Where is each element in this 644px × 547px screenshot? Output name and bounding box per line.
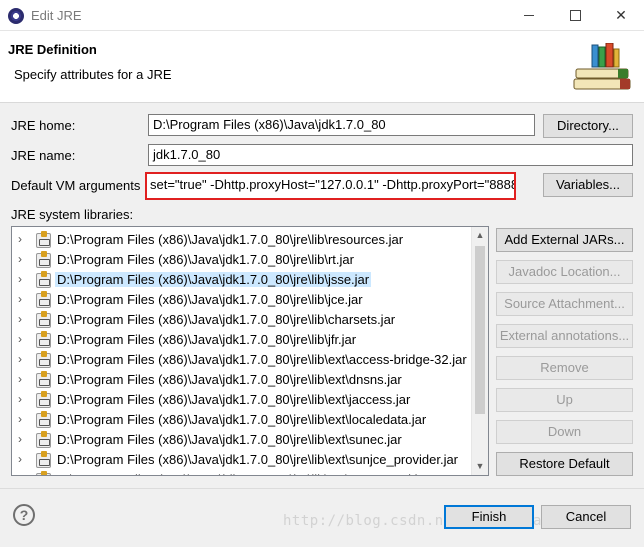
jre-home-field[interactable]: D:\Program Files (x86)\Java\jdk1.7.0_80 xyxy=(148,114,535,136)
up-button[interactable]: Up xyxy=(496,388,633,412)
expand-chevron-icon[interactable]: › xyxy=(18,472,22,475)
library-path-label: D:\Program Files (x86)\Java\jdk1.7.0_80\… xyxy=(57,372,402,387)
library-tree-item[interactable]: › D:\Program Files (x86)\Java\jdk1.7.0_80… xyxy=(12,430,472,450)
jar-file-icon xyxy=(36,391,51,408)
variables-button[interactable]: Variables... xyxy=(543,173,633,197)
vm-arguments-label: Default VM arguments xyxy=(11,178,141,193)
library-path-label: D:\Program Files (x86)\Java\jdk1.7.0_80\… xyxy=(57,312,396,327)
library-path-label: D:\Program Files (x86)\Java\jdk1.7.0_80\… xyxy=(55,272,372,287)
help-icon[interactable]: ? xyxy=(13,504,35,526)
window-title: Edit JRE xyxy=(31,8,82,23)
expand-chevron-icon[interactable]: › xyxy=(18,252,22,266)
library-tree-item[interactable]: › D:\Program Files (x86)\Java\jdk1.7.0_80… xyxy=(12,370,472,390)
title-bar: Edit JRE ✕ xyxy=(0,0,644,31)
library-path-label: D:\Program Files (x86)\Java\jdk1.7.0_80\… xyxy=(57,392,411,407)
jar-file-icon xyxy=(36,291,51,308)
library-path-label: D:\Program Files (x86)\Java\jdk1.7.0_80\… xyxy=(57,332,357,347)
library-tree-item[interactable]: › D:\Program Files (x86)\Java\jdk1.7.0_80… xyxy=(12,270,472,290)
jre-name-label: JRE name: xyxy=(11,148,76,163)
dialog-header: JRE Definition Specify attributes for a … xyxy=(0,31,644,103)
library-tree-item[interactable]: › D:\Program Files (x86)\Java\jdk1.7.0_80… xyxy=(12,310,472,330)
jar-file-icon xyxy=(36,351,51,368)
scroll-thumb[interactable] xyxy=(475,246,485,414)
jar-file-icon xyxy=(36,331,51,348)
down-button[interactable]: Down xyxy=(496,420,633,444)
jar-file-icon xyxy=(36,451,51,468)
external-annotations-button[interactable]: External annotations... xyxy=(496,324,633,348)
expand-chevron-icon[interactable]: › xyxy=(18,312,22,326)
footer-separator xyxy=(0,488,644,489)
eclipse-icon xyxy=(8,8,24,24)
expand-chevron-icon[interactable]: › xyxy=(18,432,22,446)
expand-chevron-icon[interactable]: › xyxy=(18,272,22,286)
library-tree-item[interactable]: › D:\Program Files (x86)\Java\jdk1.7.0_80… xyxy=(12,230,472,250)
jar-file-icon xyxy=(36,471,51,475)
add-external-jars-button[interactable]: Add External JARs... xyxy=(496,228,633,252)
jre-libraries-label: JRE system libraries: xyxy=(11,207,134,222)
jar-file-icon xyxy=(36,231,51,248)
expand-chevron-icon[interactable]: › xyxy=(18,332,22,346)
jar-file-icon xyxy=(36,431,51,448)
expand-chevron-icon[interactable]: › xyxy=(18,292,22,306)
library-path-label: D:\Program Files (x86)\Java\jdk1.7.0_80\… xyxy=(57,472,429,475)
library-path-label: D:\Program Files (x86)\Java\jdk1.7.0_80\… xyxy=(57,292,363,307)
expand-chevron-icon[interactable]: › xyxy=(18,372,22,386)
expand-chevron-icon[interactable]: › xyxy=(18,412,22,426)
jre-name-field[interactable]: jdk1.7.0_80 xyxy=(148,144,633,166)
jar-file-icon xyxy=(36,411,51,428)
jar-file-icon xyxy=(36,371,51,388)
finish-button[interactable]: Finish xyxy=(444,505,534,529)
expand-chevron-icon[interactable]: › xyxy=(18,232,22,246)
library-books-icon xyxy=(573,43,631,90)
cancel-button[interactable]: Cancel xyxy=(541,505,631,529)
scroll-down-arrow-icon[interactable]: ▼ xyxy=(472,458,488,475)
library-tree-item[interactable]: › D:\Program Files (x86)\Java\jdk1.7.0_80… xyxy=(12,330,472,350)
library-path-label: D:\Program Files (x86)\Java\jdk1.7.0_80\… xyxy=(57,352,467,367)
library-tree-item[interactable]: › D:\Program Files (x86)\Java\jdk1.7.0_80… xyxy=(12,390,472,410)
library-tree-item[interactable]: › D:\Program Files (x86)\Java\jdk1.7.0_80… xyxy=(12,290,472,310)
jre-libraries-tree[interactable]: › D:\Program Files (x86)\Java\jdk1.7.0_80… xyxy=(11,226,489,476)
library-tree-item[interactable]: › D:\Program Files (x86)\Java\jdk1.7.0_80… xyxy=(12,410,472,430)
restore-default-button[interactable]: Restore Default xyxy=(496,452,633,476)
jre-home-label: JRE home: xyxy=(11,118,76,133)
vertical-scrollbar[interactable]: ▲ ▼ xyxy=(471,227,488,475)
library-path-label: D:\Program Files (x86)\Java\jdk1.7.0_80\… xyxy=(57,252,354,267)
library-tree-item[interactable]: › D:\Program Files (x86)\Java\jdk1.7.0_80… xyxy=(12,350,472,370)
jar-file-icon xyxy=(36,311,51,328)
jar-file-icon xyxy=(36,271,51,288)
library-path-label: D:\Program Files (x86)\Java\jdk1.7.0_80\… xyxy=(57,412,427,427)
vm-arguments-field[interactable]: set="true" -Dhttp.proxyHost="127.0.0.1" … xyxy=(145,172,516,200)
expand-chevron-icon[interactable]: › xyxy=(18,452,22,466)
remove-button[interactable]: Remove xyxy=(496,356,633,380)
library-tree-item[interactable]: › D:\Program Files (x86)\Java\jdk1.7.0_80… xyxy=(12,250,472,270)
source-attachment-button[interactable]: Source Attachment... xyxy=(496,292,633,316)
close-button[interactable]: ✕ xyxy=(598,0,644,31)
header-description: Specify attributes for a JRE xyxy=(14,67,172,82)
library-path-label: D:\Program Files (x86)\Java\jdk1.7.0_80\… xyxy=(57,232,404,247)
minimize-button[interactable] xyxy=(506,0,552,31)
maximize-button[interactable] xyxy=(552,0,598,31)
library-path-label: D:\Program Files (x86)\Java\jdk1.7.0_80\… xyxy=(57,452,459,467)
scroll-up-arrow-icon[interactable]: ▲ xyxy=(472,227,488,244)
expand-chevron-icon[interactable]: › xyxy=(18,352,22,366)
javadoc-location-button[interactable]: Javadoc Location... xyxy=(496,260,633,284)
directory-button[interactable]: Directory... xyxy=(543,114,633,138)
jar-file-icon xyxy=(36,251,51,268)
library-tree-item[interactable]: › D:\Program Files (x86)\Java\jdk1.7.0_80… xyxy=(12,450,472,470)
library-tree-item[interactable]: › D:\Program Files (x86)\Java\jdk1.7.0_80… xyxy=(12,470,472,475)
library-path-label: D:\Program Files (x86)\Java\jdk1.7.0_80\… xyxy=(57,432,402,447)
header-title: JRE Definition xyxy=(8,42,97,57)
expand-chevron-icon[interactable]: › xyxy=(18,392,22,406)
